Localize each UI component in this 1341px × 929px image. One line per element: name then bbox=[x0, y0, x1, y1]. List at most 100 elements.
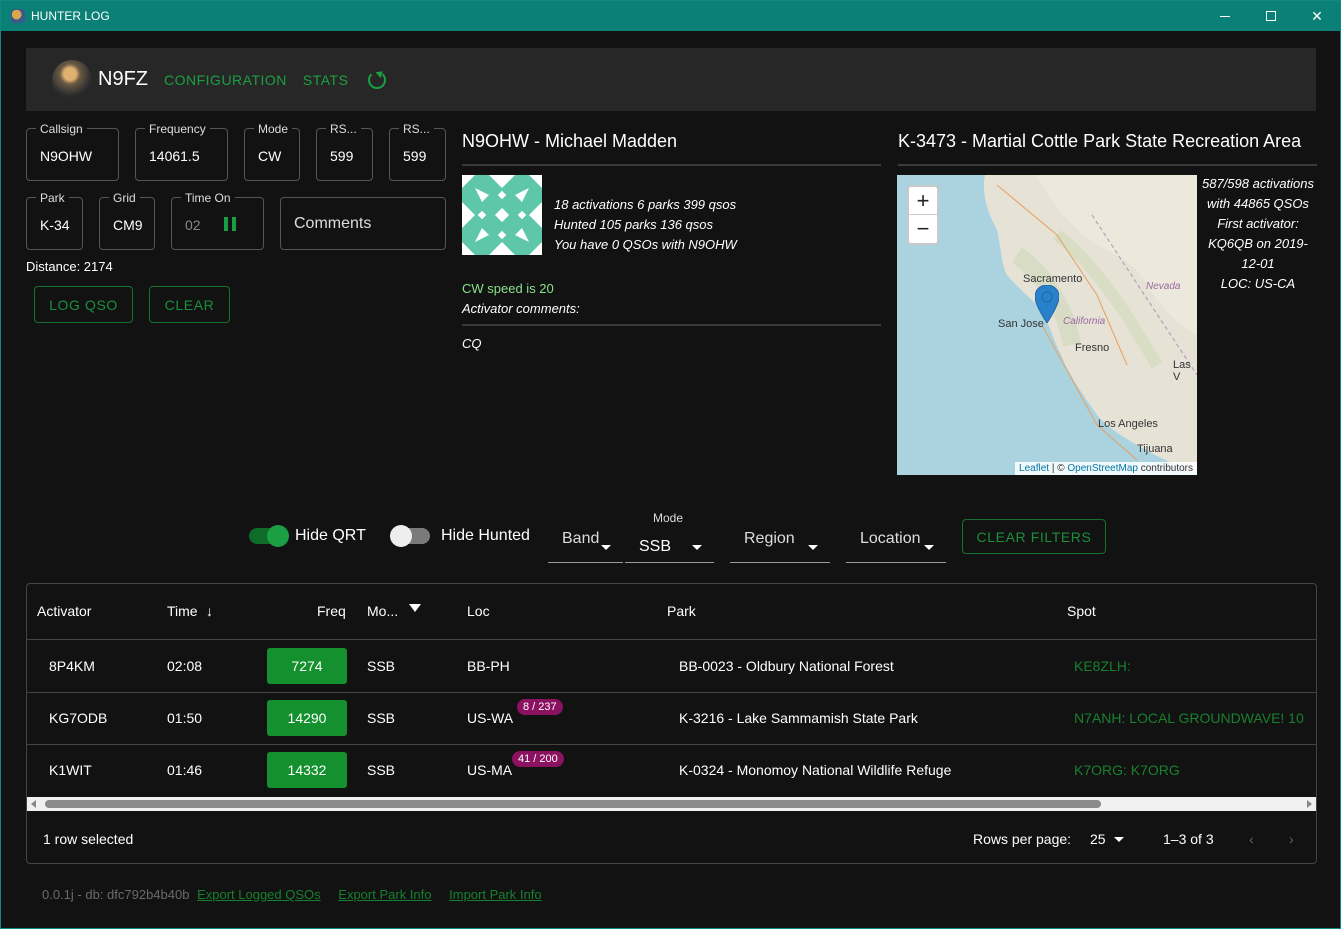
column-header-mode[interactable]: Mo... bbox=[367, 603, 398, 619]
app-icon bbox=[11, 9, 25, 23]
freq-button[interactable]: 7274 bbox=[267, 648, 347, 684]
clear-button[interactable]: CLEAR bbox=[149, 286, 230, 323]
grid-field[interactable]: Grid CM9 bbox=[99, 191, 155, 250]
attribution-contributors: contributors bbox=[1137, 463, 1193, 474]
activator-comment: CQ bbox=[462, 336, 482, 351]
prev-page-icon[interactable]: ‹ bbox=[1249, 831, 1254, 847]
spot-cell: N7ANH: LOCAL GROUNDWAVE! 10 bbox=[1074, 710, 1304, 726]
rst-sent-value: 599 bbox=[330, 148, 354, 164]
hide-qrt-knob bbox=[267, 525, 289, 547]
park-label: Park bbox=[36, 191, 69, 205]
activator-cell: K1WIT bbox=[49, 762, 92, 778]
park-cell[interactable]: K-0324 - Monomoy National Wildlife Refug… bbox=[679, 762, 951, 778]
column-header-spot[interactable]: Spot bbox=[1067, 603, 1096, 619]
comments-field[interactable]: Comments bbox=[280, 197, 446, 250]
time-cell: 01:50 bbox=[167, 710, 203, 726]
map-marker-icon[interactable] bbox=[1035, 285, 1059, 323]
loc-badge: 8 / 237 bbox=[517, 699, 563, 715]
clear-filters-button[interactable]: CLEAR FILTERS bbox=[962, 519, 1106, 554]
leaflet-link[interactable]: Leaflet bbox=[1019, 463, 1049, 474]
loc-cell: US-WA bbox=[467, 710, 514, 726]
park-title: K-3473 - Martial Cottle Park State Recre… bbox=[898, 131, 1302, 151]
table-row[interactable]: K1WIT 01:46 14332 SSB US-MA 41 / 200 K-0… bbox=[27, 744, 1316, 796]
map-label: Sacramento bbox=[1023, 273, 1083, 285]
column-header-time[interactable]: Time bbox=[167, 603, 198, 619]
mode-value: CW bbox=[258, 148, 282, 164]
freq-button[interactable]: 14290 bbox=[267, 700, 347, 736]
stats-link[interactable]: STATS bbox=[303, 72, 349, 88]
configuration-link[interactable]: CONFIGURATION bbox=[164, 72, 287, 88]
refresh-icon[interactable] bbox=[368, 70, 387, 89]
activator-stat: Hunted 105 parks 136 qsos bbox=[554, 217, 713, 232]
comments-placeholder: Comments bbox=[294, 215, 372, 232]
mode-filter-value: SSB bbox=[639, 538, 672, 555]
region-select[interactable]: Region bbox=[730, 514, 830, 563]
log-qso-button[interactable]: LOG QSO bbox=[34, 286, 133, 323]
export-logged-link[interactable]: Export Logged QSOs bbox=[197, 887, 321, 902]
callsign-label: Callsign bbox=[36, 122, 87, 136]
time-on-field[interactable]: Time On 02 bbox=[171, 191, 264, 250]
rows-per-page-select[interactable]: 25 bbox=[1090, 831, 1106, 847]
table-row[interactable]: 8P4KM 02:08 7274 SSB BB-PH BB-0023 - Old… bbox=[27, 640, 1316, 692]
scrollbar-thumb[interactable] bbox=[45, 800, 1101, 808]
column-header-activator[interactable]: Activator bbox=[37, 603, 91, 619]
column-header-loc[interactable]: Loc bbox=[467, 603, 490, 619]
time-cell: 01:46 bbox=[167, 762, 203, 778]
park-value: K-34 bbox=[40, 217, 70, 233]
mode-field[interactable]: Mode CW bbox=[244, 122, 300, 181]
arrow-down-icon: ↓ bbox=[206, 603, 213, 619]
freq-button[interactable]: 14332 bbox=[267, 752, 347, 788]
mode-select[interactable]: SSB bbox=[625, 514, 714, 563]
app-window: HUNTER LOG ✕ N9FZ CONFIGURATION STATS Ca… bbox=[0, 0, 1341, 929]
close-button[interactable]: ✕ bbox=[1294, 1, 1340, 31]
operator-callsign: N9FZ bbox=[98, 68, 148, 90]
column-header-freq[interactable]: Freq bbox=[317, 603, 346, 619]
rows-per-page-label: Rows per page: bbox=[973, 831, 1072, 847]
scroll-right-icon[interactable] bbox=[1307, 800, 1312, 808]
pause-icon[interactable] bbox=[224, 217, 228, 231]
spot-cell: KE8ZLH: bbox=[1074, 658, 1131, 674]
park-map[interactable]: + − Sacramento Nevada San Jose Californi… bbox=[897, 175, 1197, 475]
grid-value: CM9 bbox=[113, 217, 143, 233]
park-info-line: First activator: bbox=[1217, 216, 1299, 231]
scroll-left-icon[interactable] bbox=[31, 800, 36, 808]
hide-hunted-toggle[interactable] bbox=[390, 525, 430, 547]
rst-rcvd-value: 599 bbox=[403, 148, 427, 164]
location-label: Location bbox=[860, 530, 921, 547]
export-park-link[interactable]: Export Park Info bbox=[338, 887, 431, 902]
park-cell[interactable]: BB-0023 - Oldbury National Forest bbox=[679, 658, 894, 674]
hide-qrt-toggle[interactable] bbox=[249, 525, 289, 547]
import-park-link[interactable]: Import Park Info bbox=[449, 887, 541, 902]
minimize-button[interactable] bbox=[1202, 1, 1248, 31]
comments-divider bbox=[462, 324, 881, 326]
rst-sent-label: RS... bbox=[326, 122, 361, 136]
cw-speed: CW speed is 20 bbox=[462, 281, 554, 296]
park-info-line: LOC: US-CA bbox=[1220, 276, 1296, 291]
horizontal-scrollbar[interactable] bbox=[27, 797, 1316, 811]
column-header-park[interactable]: Park bbox=[667, 603, 696, 619]
time-on-label: Time On bbox=[181, 191, 235, 205]
activator-cell: 8P4KM bbox=[49, 658, 95, 674]
zoom-out-button[interactable]: − bbox=[907, 215, 939, 245]
band-select[interactable]: Band bbox=[548, 514, 623, 563]
rst-rcvd-field[interactable]: RS... 599 bbox=[389, 122, 446, 181]
callsign-field[interactable]: Callsign N9OHW bbox=[26, 122, 119, 181]
osm-link[interactable]: OpenStreetMap bbox=[1067, 463, 1138, 474]
zoom-in-button[interactable]: + bbox=[907, 185, 939, 215]
location-select[interactable]: Location bbox=[846, 514, 946, 563]
rst-sent-field[interactable]: RS... 599 bbox=[316, 122, 373, 181]
filter-icon[interactable] bbox=[409, 604, 421, 612]
table-row[interactable]: KG7ODB 01:50 14290 SSB US-WA 8 / 237 K-3… bbox=[27, 692, 1316, 744]
rst-rcvd-label: RS... bbox=[399, 122, 434, 136]
chevron-down-icon bbox=[808, 545, 818, 550]
loc-cell: BB-PH bbox=[467, 658, 510, 674]
park-info-line: 12-01 bbox=[1241, 256, 1275, 271]
time-on-value: 02 bbox=[185, 217, 201, 233]
minimize-icon bbox=[1220, 15, 1230, 17]
frequency-field[interactable]: Frequency 14061.5 bbox=[135, 122, 228, 181]
next-page-icon[interactable]: › bbox=[1289, 831, 1294, 847]
park-field[interactable]: Park K-34 bbox=[26, 191, 83, 250]
maximize-button[interactable] bbox=[1248, 1, 1294, 31]
park-cell[interactable]: K-3216 - Lake Sammamish State Park bbox=[679, 710, 918, 726]
map-label: Las V bbox=[1173, 359, 1191, 383]
